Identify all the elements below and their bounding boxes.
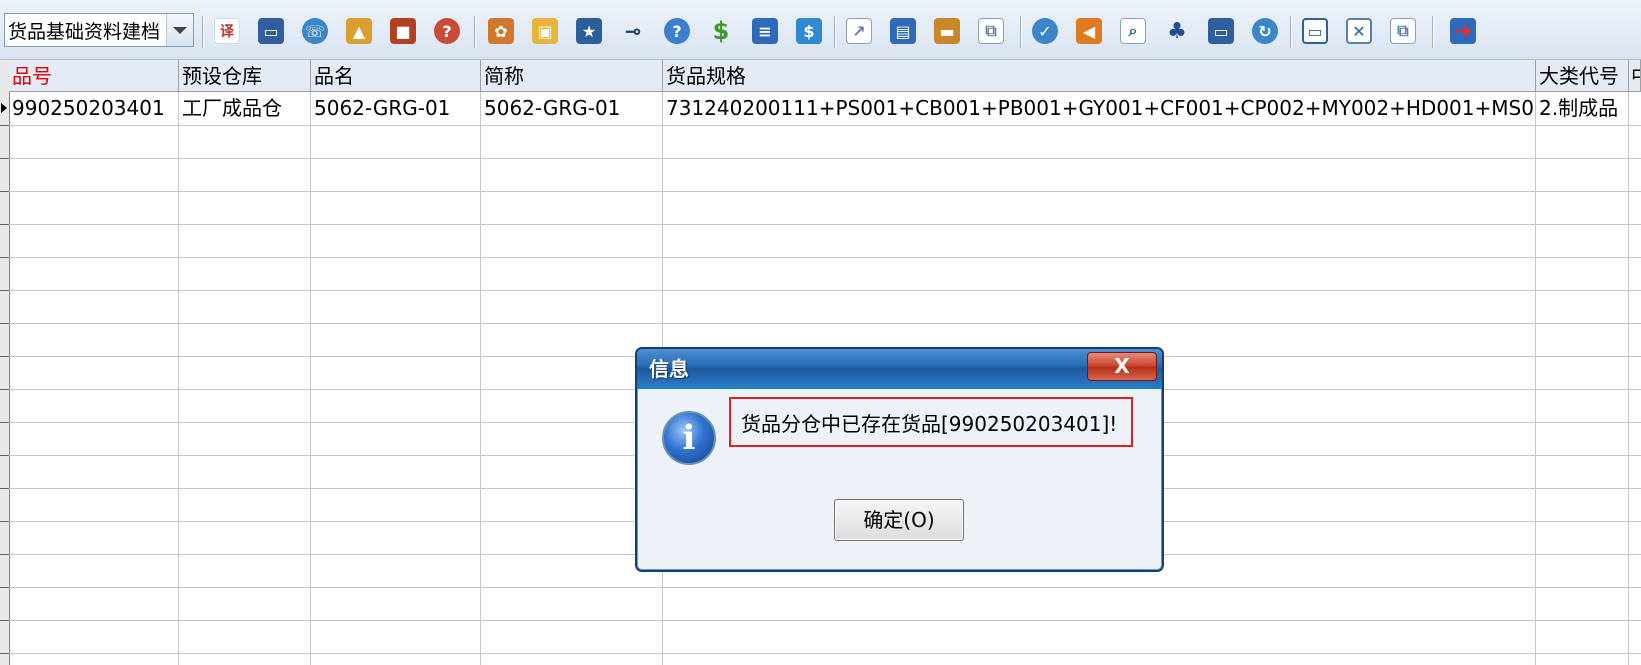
row-indicator-tick: [0, 521, 9, 522]
toolbar-separator: [1290, 16, 1292, 48]
grid-line: [178, 92, 179, 665]
info-dialog: 信息 X i 货品分仓中已存在货品[990250203401]! 确定(O): [635, 347, 1164, 572]
row-indicator-tick: [0, 620, 9, 621]
copy-icon[interactable]: ⧉: [978, 18, 1004, 44]
table-cell-item-name[interactable]: 5062-GRG-01: [311, 92, 480, 124]
bell-icon[interactable]: ◀: [1076, 18, 1102, 44]
grid-line: [9, 587, 1641, 588]
exit-icon[interactable]: ➜: [1450, 18, 1476, 44]
row-indicator-tick: [0, 653, 9, 654]
row-indicator-tick: [0, 125, 9, 126]
table-cell-category-code[interactable]: 2.制成品: [1536, 92, 1628, 124]
briefcase-icon[interactable]: ■: [390, 18, 416, 44]
network-icon[interactable]: ▭: [1208, 18, 1234, 44]
report-icon[interactable]: ↗: [846, 18, 872, 44]
column-header-item-spec[interactable]: 货品规格: [663, 60, 1536, 92]
dialog-title: 信息: [649, 357, 689, 381]
chevron-down-icon[interactable]: [166, 14, 193, 46]
main-toolbar: 货品基础资料建档 译 ▭ ☏ ▲ ■ ? ✿ ▣ ★ ⊸ ? $ ≡ $ ↗ ▤…: [0, 0, 1641, 60]
row-indicator-tick: [0, 422, 9, 423]
dialog-title-bar[interactable]: 信息 X: [637, 349, 1162, 385]
row-indicator-tick: [0, 257, 9, 258]
lock-icon[interactable]: ▲: [346, 18, 372, 44]
row-indicator-tick: [0, 191, 9, 192]
column-header-default-warehouse[interactable]: 预设仓库: [179, 60, 311, 92]
column-header-truncated[interactable]: 中: [1629, 60, 1641, 92]
check-icon[interactable]: ✓: [1032, 18, 1058, 44]
grid-line: [1628, 92, 1629, 665]
row-indicator-tick: [0, 290, 9, 291]
message-highlight-box: 货品分仓中已存在货品[990250203401]!: [729, 397, 1133, 447]
toolbar-separator: [474, 16, 476, 48]
archive-icon[interactable]: ▬: [934, 18, 960, 44]
row-indicator-column: [0, 60, 10, 665]
grid-line: [9, 191, 1641, 192]
grid-line: [9, 158, 1641, 159]
close-button[interactable]: X: [1087, 352, 1157, 381]
column-header-category-code[interactable]: 大类代号: [1536, 60, 1629, 92]
row-indicator-tick: [0, 224, 9, 225]
toolbar-separator: [1432, 16, 1434, 48]
row-indicator-tick: [0, 587, 9, 588]
pin-icon[interactable]: ⊸: [620, 18, 646, 44]
row-indicator-tick: [0, 488, 9, 489]
cart-icon[interactable]: ≡: [752, 18, 778, 44]
table-cell-item-spec[interactable]: 731240200111+PS001+CB001+PB001+GY001+CF0…: [663, 92, 1535, 124]
monitor-icon[interactable]: ▭: [258, 18, 284, 44]
grid-line: [310, 92, 311, 665]
refresh-icon[interactable]: ↻: [1252, 18, 1278, 44]
grid-line: [9, 620, 1641, 621]
grid-line: [1535, 92, 1536, 665]
users-icon[interactable]: ✿: [488, 18, 514, 44]
dialog-message: 货品分仓中已存在货品[990250203401]!: [741, 412, 1118, 436]
column-header-short-name[interactable]: 简称: [481, 60, 663, 92]
phone-icon[interactable]: ☏: [302, 18, 328, 44]
search-doc-icon[interactable]: ⌕: [1120, 18, 1146, 44]
grid-line: [9, 257, 1641, 258]
toolbar-separator: [202, 16, 204, 48]
row-indicator-tick: [0, 554, 9, 555]
column-header-item-no[interactable]: 品号: [9, 60, 179, 92]
window-icon[interactable]: ▭: [1302, 18, 1328, 44]
info-icon: i: [662, 411, 716, 465]
toolbar-separator: [1020, 16, 1022, 48]
table-cell-item-no[interactable]: 990250203401: [9, 92, 178, 124]
grid-line: [9, 224, 1641, 225]
grid-line: [9, 125, 1641, 126]
module-select[interactable]: 货品基础资料建档: [4, 13, 194, 47]
table-cell-short-name[interactable]: 5062-GRG-01: [481, 92, 662, 124]
help-book-icon[interactable]: ?: [434, 18, 460, 44]
column-header-item-name[interactable]: 品名: [311, 60, 481, 92]
row-indicator-tick: [0, 323, 9, 324]
ok-button[interactable]: 确定(O): [834, 499, 964, 541]
calculator-icon[interactable]: ▤: [890, 18, 916, 44]
title-accent-strip: [637, 385, 1162, 389]
image-icon[interactable]: ▣: [532, 18, 558, 44]
current-row-marker-icon: [1, 103, 7, 113]
row-indicator-tick: [0, 158, 9, 159]
dollar-icon[interactable]: $: [708, 17, 734, 45]
language-icon[interactable]: 译: [214, 18, 240, 44]
table-cell-default-warehouse[interactable]: 工厂成品仓: [179, 92, 310, 124]
money-bag-icon[interactable]: $: [796, 18, 822, 44]
org-chart-icon[interactable]: ♣: [1164, 18, 1190, 44]
grid-line: [9, 653, 1641, 654]
row-indicator-tick: [0, 389, 9, 390]
document-icon[interactable]: ★: [576, 18, 602, 44]
close-window-icon[interactable]: ✕: [1346, 18, 1372, 44]
module-select-value: 货品基础资料建档: [8, 20, 161, 43]
grid-line: [9, 290, 1641, 291]
question-icon[interactable]: ?: [664, 18, 690, 44]
row-indicator-tick: [0, 455, 9, 456]
toolbar-separator: [834, 16, 836, 48]
grid-line: [9, 323, 1641, 324]
row-indicator-tick: [0, 356, 9, 357]
grid-line: [480, 92, 481, 665]
cascade-icon[interactable]: ⧉: [1390, 18, 1416, 44]
